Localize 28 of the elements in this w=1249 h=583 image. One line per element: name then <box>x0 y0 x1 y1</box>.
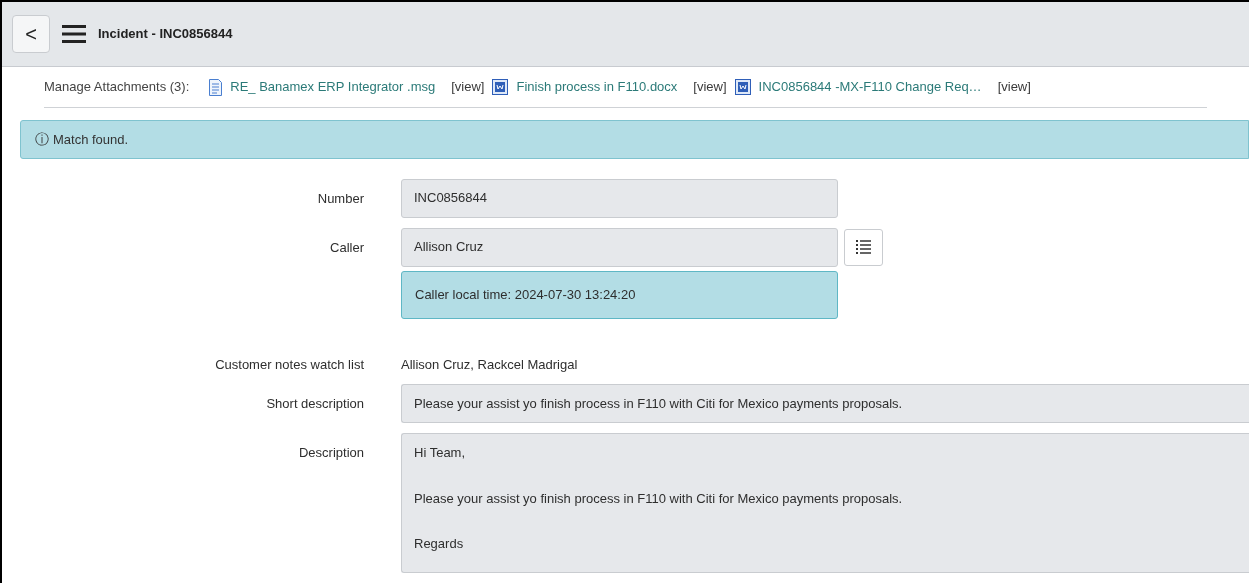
input-field[interactable]: Allison Cruz <box>401 227 838 267</box>
list-button[interactable] <box>844 228 883 266</box>
list-icon <box>855 240 872 254</box>
attachment-link[interactable]: RE_ Banamex ERP Integrator .msg <box>230 77 436 97</box>
page-title: Incident - INC0856844 <box>98 25 233 44</box>
field-label: Short description <box>266 396 364 411</box>
field-value: Allison Cruz, Rackcel Madrigal <box>401 356 578 372</box>
view-link[interactable]: [view] <box>997 77 1031 97</box>
attachment-link[interactable]: INC0856844 -MX-F110 Change Req… <box>758 77 982 97</box>
input-field[interactable]: INC0856844 <box>401 178 838 218</box>
info-icon: ⓘ <box>35 128 49 150</box>
menu-icon[interactable] <box>62 25 86 43</box>
input-field[interactable]: Please your assist yo finish process in F110 with Citi for Mexico payments proposals. <box>401 384 1249 423</box>
message-text: Match found. <box>53 130 129 149</box>
field-label: Description <box>298 445 364 460</box>
attachments-label: Manage Attachments (3): <box>44 78 190 97</box>
word-document-icon <box>492 79 509 96</box>
caller-time-note: Caller local time: 2024-07-30 13:24:20 <box>401 270 838 319</box>
field-label: Caller <box>330 239 364 255</box>
view-link[interactable]: [view] <box>451 77 485 97</box>
text-area[interactable]: Hi Team, Please your assist yo finish process in F110 with Citi for Mexico payments proposals. Regards <box>401 433 1249 573</box>
view-link[interactable]: [view] <box>693 77 727 97</box>
attachment-link[interactable]: Finish process in F110.docx <box>516 77 678 97</box>
word-document-icon <box>734 79 751 96</box>
field-label: Customer notes watch list <box>215 356 364 372</box>
field-label: Number <box>317 190 364 206</box>
back-button[interactable]: < <box>12 15 50 53</box>
document-icon <box>209 78 223 96</box>
